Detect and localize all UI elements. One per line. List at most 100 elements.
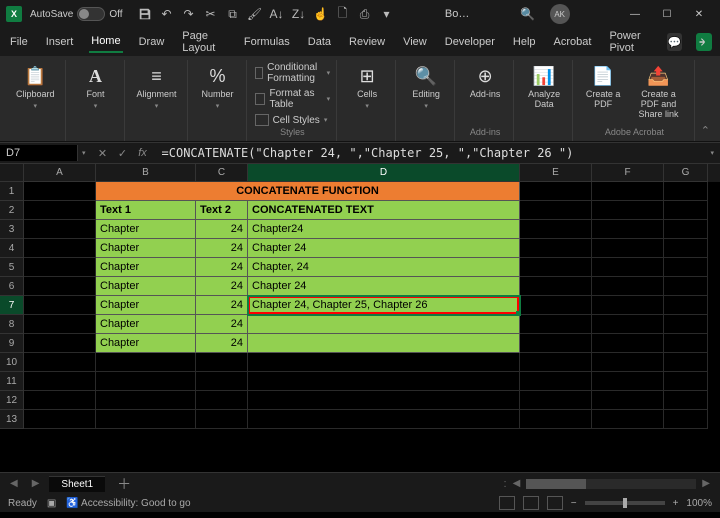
- cell[interactable]: [24, 353, 96, 372]
- cell[interactable]: [664, 296, 708, 315]
- row-header-4[interactable]: 4: [0, 239, 24, 258]
- page-break-view-button[interactable]: [547, 496, 563, 510]
- row-header-8[interactable]: 8: [0, 315, 24, 334]
- cell[interactable]: [248, 372, 520, 391]
- cell[interactable]: Chapter 24, Chapter 25, Chapter 26: [248, 296, 520, 315]
- cell[interactable]: [96, 391, 196, 410]
- tab-review[interactable]: Review: [347, 32, 387, 52]
- cell[interactable]: [24, 296, 96, 315]
- fill-handle[interactable]: [516, 311, 520, 315]
- tab-page-layout[interactable]: Page Layout: [180, 26, 228, 58]
- cell[interactable]: [24, 182, 96, 201]
- cell[interactable]: Chapter: [96, 334, 196, 353]
- cells-button[interactable]: ⊞ Cells ▾: [345, 62, 389, 112]
- tab-view[interactable]: View: [401, 32, 429, 52]
- maximize-button[interactable]: ☐: [652, 3, 682, 25]
- row-header-2[interactable]: 2: [0, 201, 24, 220]
- cell[interactable]: [24, 239, 96, 258]
- cell[interactable]: [24, 201, 96, 220]
- cell[interactable]: [248, 315, 520, 334]
- cell[interactable]: [592, 201, 664, 220]
- font-button[interactable]: A Font ▾: [74, 62, 118, 112]
- format-painter-icon[interactable]: 🖌: [247, 6, 263, 22]
- row-header-13[interactable]: 13: [0, 410, 24, 429]
- cell[interactable]: [520, 353, 592, 372]
- cell[interactable]: 24: [196, 334, 248, 353]
- hscroll-right[interactable]: ▶: [698, 478, 714, 489]
- title-cell[interactable]: CONCATENATE FUNCTION: [96, 182, 520, 201]
- name-box-dropdown[interactable]: ▾: [78, 149, 90, 157]
- macro-recorder-icon[interactable]: ▣: [47, 498, 56, 509]
- cell[interactable]: [520, 410, 592, 429]
- expand-formula-bar[interactable]: ▾: [704, 149, 720, 157]
- number-button[interactable]: % Number ▾: [196, 62, 240, 112]
- cell[interactable]: Chapter: [96, 220, 196, 239]
- cell[interactable]: [592, 182, 664, 201]
- cell[interactable]: [248, 334, 520, 353]
- alignment-button[interactable]: ≡ Alignment ▾: [133, 62, 181, 112]
- cell[interactable]: [592, 353, 664, 372]
- tab-acrobat[interactable]: Acrobat: [552, 32, 594, 52]
- cell[interactable]: [520, 182, 592, 201]
- cell[interactable]: Chapter: [96, 277, 196, 296]
- cell[interactable]: [592, 239, 664, 258]
- normal-view-button[interactable]: [499, 496, 515, 510]
- cell[interactable]: [592, 391, 664, 410]
- cell[interactable]: Chapter24: [248, 220, 520, 239]
- cell[interactable]: [592, 315, 664, 334]
- paste-button[interactable]: 📋 Clipboard ▾: [12, 62, 59, 112]
- cell[interactable]: [664, 182, 708, 201]
- create-share-pdf-button[interactable]: 📤 Create a PDF and Share link: [629, 62, 688, 122]
- cell[interactable]: 24: [196, 277, 248, 296]
- cell[interactable]: [664, 334, 708, 353]
- col-header-d[interactable]: D: [248, 164, 520, 182]
- insert-function-button[interactable]: fx: [134, 144, 152, 162]
- redo-icon[interactable]: ↷: [181, 6, 197, 22]
- cell[interactable]: [248, 353, 520, 372]
- enter-formula-button[interactable]: ✓: [114, 144, 132, 162]
- sheet-tab[interactable]: Sheet1: [49, 476, 105, 492]
- cell[interactable]: [96, 353, 196, 372]
- cell[interactable]: [592, 220, 664, 239]
- cell[interactable]: [520, 372, 592, 391]
- cell[interactable]: [196, 353, 248, 372]
- cell[interactable]: [664, 201, 708, 220]
- tab-insert[interactable]: Insert: [44, 32, 76, 52]
- cell[interactable]: [248, 410, 520, 429]
- cell[interactable]: [664, 391, 708, 410]
- hscroll-thumb[interactable]: [526, 479, 586, 489]
- col-header-b[interactable]: B: [96, 164, 196, 182]
- tab-file[interactable]: File: [8, 32, 30, 52]
- cell[interactable]: [520, 296, 592, 315]
- zoom-slider[interactable]: [585, 501, 665, 505]
- tab-home[interactable]: Home: [89, 31, 122, 53]
- cell[interactable]: [664, 353, 708, 372]
- print-icon[interactable]: ⎙: [357, 6, 373, 22]
- format-as-table-button[interactable]: Format as Table ▾: [255, 88, 331, 110]
- cell[interactable]: [248, 391, 520, 410]
- cell[interactable]: [24, 410, 96, 429]
- new-file-icon[interactable]: 🗋: [335, 6, 351, 22]
- cell[interactable]: [96, 410, 196, 429]
- touch-mode-icon[interactable]: ☝: [313, 6, 329, 22]
- row-header-7[interactable]: 7: [0, 296, 24, 315]
- copy-icon[interactable]: ⧉: [225, 6, 241, 22]
- cell[interactable]: [592, 277, 664, 296]
- share-button[interactable]: [696, 33, 712, 51]
- sort-asc-icon[interactable]: A↓: [269, 6, 285, 22]
- cell[interactable]: Chapter 24: [248, 239, 520, 258]
- cell[interactable]: [520, 239, 592, 258]
- row-header-10[interactable]: 10: [0, 353, 24, 372]
- row-header-3[interactable]: 3: [0, 220, 24, 239]
- cell[interactable]: [520, 220, 592, 239]
- tab-formulas[interactable]: Formulas: [242, 32, 292, 52]
- row-header-9[interactable]: 9: [0, 334, 24, 353]
- sheet-nav-next[interactable]: ▶: [28, 478, 44, 489]
- row-header-6[interactable]: 6: [0, 277, 24, 296]
- cell[interactable]: [664, 258, 708, 277]
- undo-icon[interactable]: ↶: [159, 6, 175, 22]
- zoom-level[interactable]: 100%: [686, 498, 712, 509]
- tab-draw[interactable]: Draw: [137, 32, 167, 52]
- analyze-data-button[interactable]: 📊 Analyze Data: [522, 62, 566, 112]
- tab-power-pivot[interactable]: Power Pivot: [607, 26, 652, 58]
